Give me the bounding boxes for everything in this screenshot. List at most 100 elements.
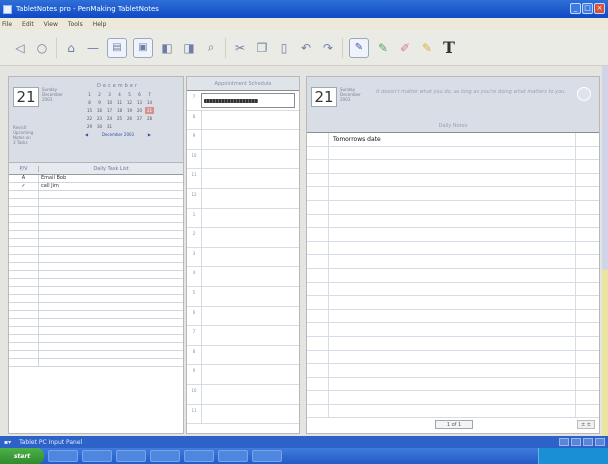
calendar-day[interactable]: 22 <box>85 115 94 122</box>
next-page-icon[interactable]: ◨ <box>181 40 197 56</box>
note-line[interactable] <box>307 336 599 351</box>
calendar-day[interactable]: 14 <box>145 99 154 106</box>
note-line[interactable]: Tomorrows date <box>307 133 599 147</box>
appointment-slot[interactable]: 12 <box>187 188 299 209</box>
note-line[interactable] <box>307 323 599 337</box>
calendar-day[interactable]: 21 <box>145 107 154 114</box>
eraser-icon[interactable]: ✐ <box>397 40 413 56</box>
task-row[interactable] <box>9 223 183 231</box>
home-icon[interactable]: ⌂ <box>63 40 79 56</box>
paste-icon[interactable]: ▯ <box>276 40 292 56</box>
calendar-day[interactable]: 4 <box>115 91 124 98</box>
task-row[interactable] <box>9 207 183 215</box>
back-icon[interactable]: ◁ <box>12 40 28 56</box>
task-row[interactable] <box>9 239 183 247</box>
task-row[interactable] <box>9 263 183 271</box>
input-panel-icon[interactable]: ▪▾ <box>4 439 11 446</box>
taskbar-item[interactable] <box>150 450 180 462</box>
calendar-day[interactable]: 13 <box>135 99 144 106</box>
system-tray[interactable] <box>538 448 608 464</box>
appointment-slot[interactable]: 10 <box>187 149 299 170</box>
start-button[interactable]: start <box>0 448 44 464</box>
calendar-day[interactable]: 19 <box>125 107 134 114</box>
calendar-day[interactable]: 15 <box>85 107 94 114</box>
appointment-slot[interactable]: 6 <box>187 306 299 327</box>
forward-icon[interactable]: ○ <box>34 40 50 56</box>
appointment-slot[interactable]: 7 <box>187 91 299 111</box>
calendar-day[interactable]: 23 <box>95 115 104 122</box>
calendar-day[interactable]: 29 <box>85 123 94 130</box>
task-row[interactable] <box>9 191 183 199</box>
task-row[interactable] <box>9 255 183 263</box>
input-panel-button[interactable] <box>559 438 569 446</box>
note-line[interactable] <box>307 241 599 256</box>
prev-month-icon[interactable]: ◀ <box>85 132 88 137</box>
page-icon[interactable]: ▤ <box>107 37 127 58</box>
task-row[interactable]: A Email Bob <box>9 175 183 183</box>
line-icon[interactable]: — <box>85 40 101 56</box>
note-line[interactable] <box>307 146 599 161</box>
calendar-day[interactable]: 9 <box>95 99 104 106</box>
task-row[interactable] <box>9 335 183 343</box>
calendar-day[interactable]: 8 <box>85 99 94 106</box>
section-tabs[interactable] <box>602 66 608 436</box>
mini-calendar-grid[interactable]: 1 2 3 4 5 6 7 8 9 10 11 12 13 14 15 16 17 18 19 20 21 22 23 24 2… <box>85 91 154 130</box>
calendar-day[interactable]: 17 <box>105 107 114 114</box>
calendar-day[interactable]: 11 <box>115 99 124 106</box>
note-line[interactable] <box>307 350 599 365</box>
taskbar-item[interactable] <box>184 450 214 462</box>
green-pen-icon[interactable]: ✎ <box>375 40 391 56</box>
appointment-slot[interactable]: 10 <box>187 384 299 405</box>
menu-tools[interactable]: Tools <box>68 21 83 28</box>
appointment-slot[interactable]: 8 <box>187 345 299 366</box>
note-line[interactable] <box>307 200 599 215</box>
taskbar-item[interactable] <box>48 450 78 462</box>
calendar-day[interactable]: 20 <box>135 107 144 114</box>
note-line[interactable] <box>307 187 599 201</box>
appointment-slot[interactable]: 7 <box>187 326 299 346</box>
input-panel-button[interactable] <box>583 438 593 446</box>
calendar-day[interactable]: 30 <box>95 123 104 130</box>
note-line[interactable] <box>307 268 599 283</box>
input-panel-close-button[interactable] <box>595 438 605 446</box>
note-line[interactable] <box>307 282 599 297</box>
zoom-control[interactable]: ± ± <box>577 420 595 429</box>
notes-area[interactable]: Tomorrows date <box>307 133 599 433</box>
maximize-button[interactable]: □ <box>582 3 593 14</box>
appointment-slot[interactable]: 2 <box>187 228 299 248</box>
input-panel-bar[interactable]: ▪▾ Tablet PC Input Panel <box>0 436 608 448</box>
task-row[interactable] <box>9 343 183 351</box>
note-line[interactable] <box>307 309 599 324</box>
note-line[interactable] <box>307 364 599 378</box>
menu-view[interactable]: View <box>44 21 58 28</box>
note-line[interactable] <box>307 173 599 188</box>
note-line[interactable] <box>307 404 599 419</box>
find-icon[interactable]: ⌕ <box>203 40 219 56</box>
calendar-day[interactable]: 6 <box>135 91 144 98</box>
task-row[interactable] <box>9 295 183 303</box>
calendar-day[interactable]: 5 <box>125 91 134 98</box>
appointment-slot[interactable]: 11 <box>187 169 299 189</box>
close-button[interactable]: × <box>594 3 605 14</box>
calendar-day[interactable]: 26 <box>125 115 134 122</box>
note-line[interactable] <box>307 214 599 229</box>
taskbar-item[interactable] <box>252 450 282 462</box>
next-month-icon[interactable]: ▶ <box>148 132 151 137</box>
input-panel-button[interactable] <box>571 438 581 446</box>
appointment-slot[interactable]: 9 <box>187 130 299 150</box>
calendar-day[interactable]: 10 <box>105 99 114 106</box>
calendar-day[interactable]: 31 <box>105 123 114 130</box>
taskbar-item[interactable] <box>218 450 248 462</box>
task-row[interactable] <box>9 215 183 223</box>
task-row[interactable] <box>9 231 183 239</box>
calendar-day[interactable]: 18 <box>115 107 124 114</box>
calendar-day[interactable]: 25 <box>115 115 124 122</box>
task-row[interactable] <box>9 359 183 367</box>
calendar-day[interactable]: 28 <box>145 115 154 122</box>
day-view-icon[interactable]: ▣ <box>133 37 153 58</box>
calendar-day[interactable]: 12 <box>125 99 134 106</box>
task-row[interactable] <box>9 311 183 319</box>
task-row[interactable] <box>9 351 183 359</box>
task-row[interactable] <box>9 247 183 255</box>
prev-page-icon[interactable]: ◧ <box>159 40 175 56</box>
